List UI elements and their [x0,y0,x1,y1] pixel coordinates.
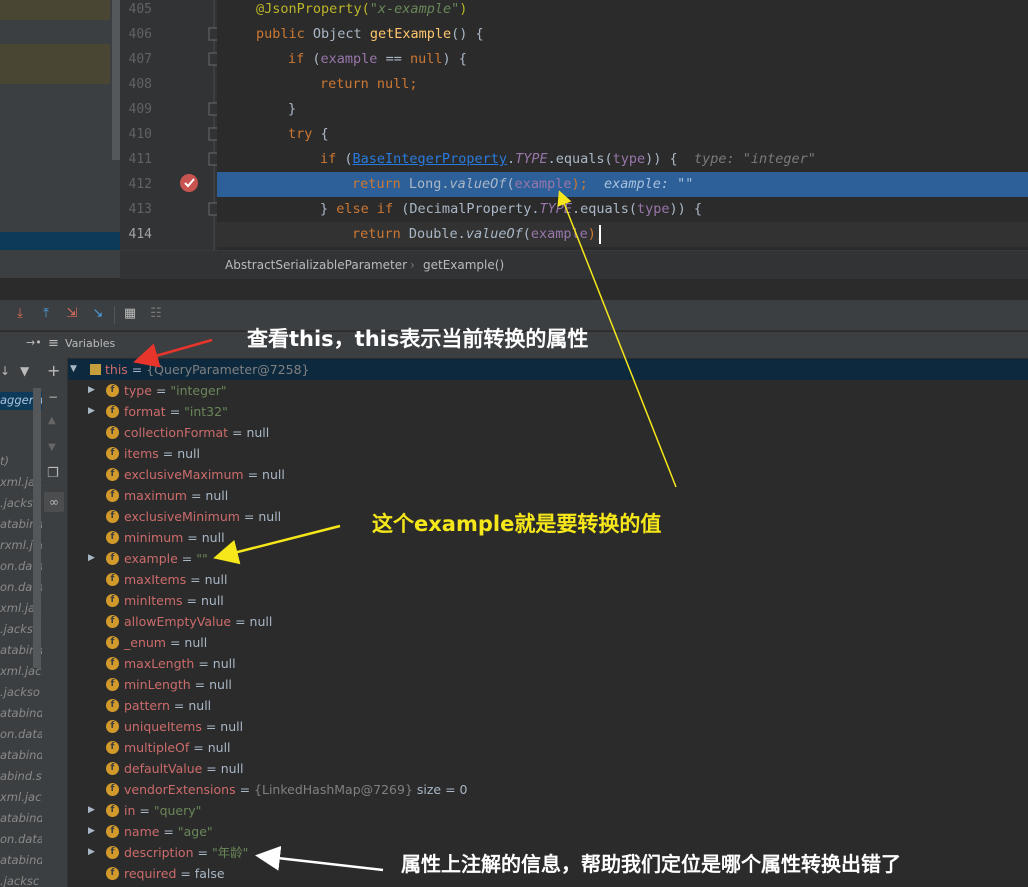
red-arrow [133,338,213,368]
annotation-arrows [133,190,677,872]
white-arrow [255,845,384,872]
yellow-arrow-to-var [213,524,341,565]
example-note: 这个example就是要转换的值 [372,512,662,536]
description-note: 属性上注解的信息，帮助我们定位是哪个属性转换出错了 [401,852,901,876]
this-note: 查看this，this表示当前转换的属性 [247,327,589,351]
